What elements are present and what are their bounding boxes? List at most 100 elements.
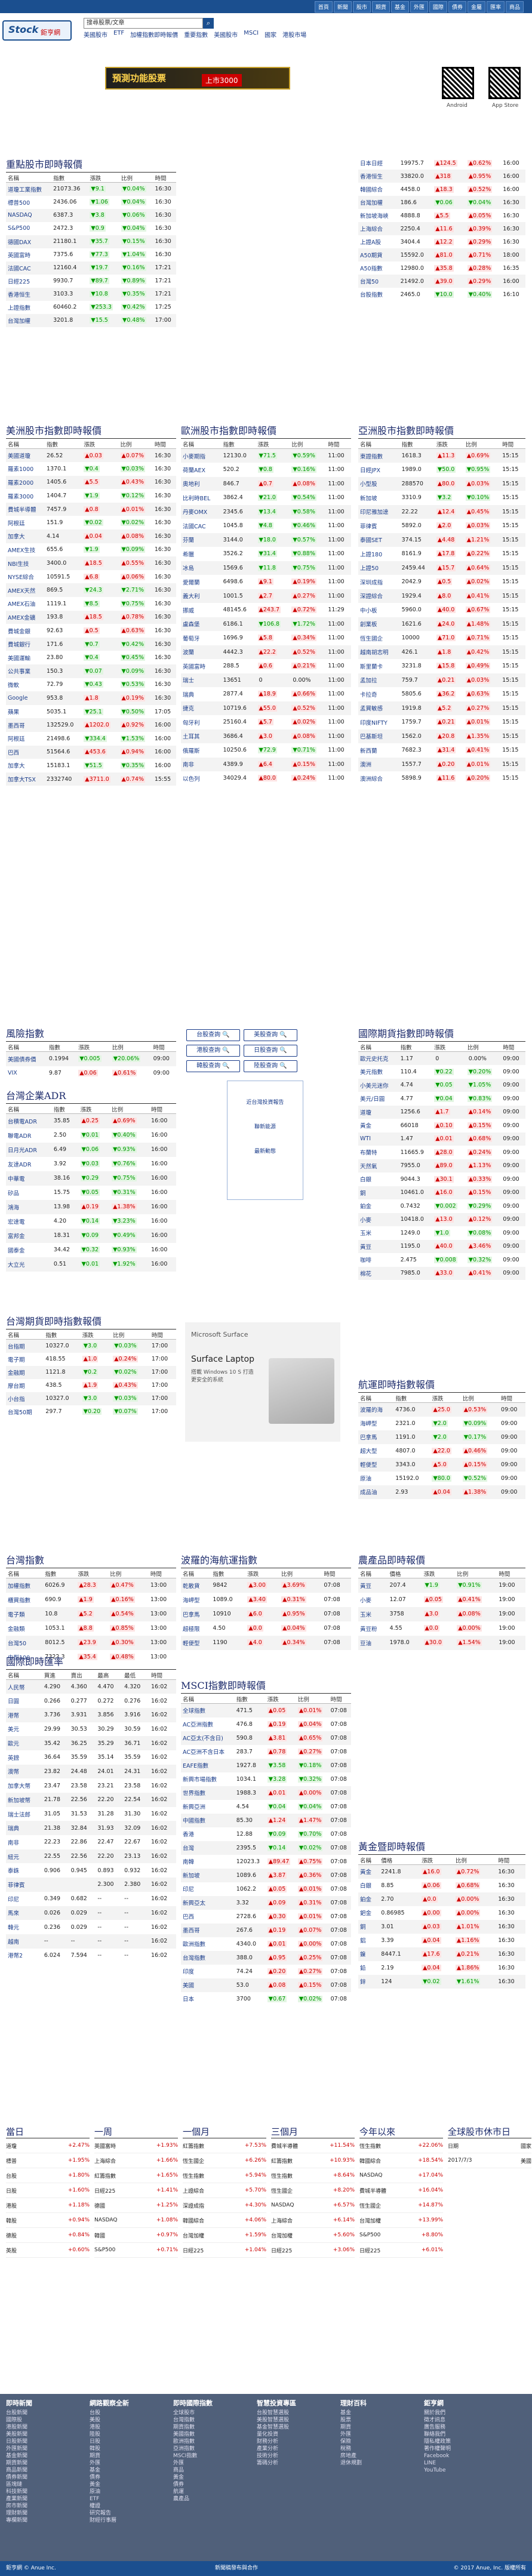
table-cell[interactable]: 咖啡 <box>358 1253 399 1267</box>
table-cell[interactable]: A50指數 <box>358 261 399 275</box>
quote-name[interactable]: 深圳成指 <box>360 580 383 586</box>
table-cell[interactable]: 鎳 <box>358 1947 380 1961</box>
footer-link[interactable]: 徵才訊息 <box>424 2417 451 2424</box>
footer-link[interactable]: 聯絡我們 <box>424 2431 451 2438</box>
quote-name[interactable]: 費城銀行 <box>8 642 30 648</box>
footer-link[interactable]: 航運 <box>173 2488 213 2495</box>
quote-name[interactable]: 捷克 <box>183 706 194 712</box>
table-row[interactable]: 微軟 72.79 ▼0.43 ▼0.53% 16:30 <box>6 678 176 692</box>
quote-name[interactable]: 瑞士法郎 <box>8 1812 30 1818</box>
table-cell[interactable]: 小型股 <box>358 476 400 491</box>
quote-name[interactable]: 奧地利 <box>183 481 200 488</box>
stock-query-button[interactable]: 日股查詢 🔍 <box>244 1045 297 1057</box>
perf-row[interactable]: 台灣加權 +1.59% <box>183 2228 266 2243</box>
table-row[interactable]: 鉛 2.19 ▲0.04 ▲1.86% 16:30 <box>358 1961 525 1975</box>
quote-name[interactable]: 歐元史托克 <box>360 1056 389 1063</box>
table-row[interactable]: 大立光 0.51 ▼0.01 ▼1.92% 16:00 <box>6 1257 176 1272</box>
quote-name[interactable]: 盧森堡 <box>183 621 200 628</box>
footer-link[interactable]: 股票 <box>340 2417 367 2424</box>
table-row[interactable]: 乾散貨 9842 ▲3.00 ▲3.69% 07:08 <box>181 1578 351 1593</box>
quote-name[interactable]: 日本日經 <box>360 161 383 167</box>
table-cell[interactable]: 印度NIFTY <box>358 715 400 730</box>
quote-name[interactable]: 巴西 <box>8 750 19 756</box>
table-row[interactable]: 櫃買指數 690.9 ▲1.9 ▲0.16% 13:00 <box>6 1593 176 1607</box>
table-row[interactable]: 小麥 12.07 ▲0.05 ▲0.41% 19:00 <box>358 1593 525 1607</box>
footer-link[interactable]: 台股智慧選股 <box>257 2409 296 2417</box>
table-cell[interactable]: 新興亞太 <box>181 1895 235 1910</box>
footer-link[interactable]: 產業分析 <box>257 2445 296 2452</box>
footer-link[interactable]: 債券新聞 <box>6 2474 32 2481</box>
table-row[interactable]: 奧地利 846.7 ▲0.7 ▲0.08% 11:00 <box>181 476 351 491</box>
quote-name[interactable]: 鉑金 <box>360 1897 371 1903</box>
table-row[interactable]: 新興亞太 3.32 ▲0.09 ▲0.31% 07:08 <box>181 1895 351 1910</box>
table-row[interactable]: 葡萄牙 1696.9 ▲5.8 ▲0.34% 11:00 <box>181 631 351 645</box>
table-cell[interactable]: AMEX石油 <box>6 597 45 611</box>
table-cell[interactable]: 黃豆 <box>358 1578 388 1593</box>
table-row[interactable]: 天然氣 7955.0 ▲89.0 ▲1.13% 09:00 <box>358 1159 525 1172</box>
quote-name[interactable]: 台灣 <box>183 1845 194 1852</box>
quote-name[interactable]: NBI生技 <box>8 561 29 568</box>
table-cell[interactable]: S&P500 <box>6 222 51 235</box>
table-row[interactable]: 台灣 2395.5 ▼0.14 ▼0.02% 07:08 <box>181 1841 351 1855</box>
footer-link[interactable]: 日股 <box>90 2438 129 2445</box>
quote-name[interactable]: 新加坡 <box>360 495 377 502</box>
quote-name[interactable]: 泰國SET <box>360 537 382 544</box>
quote-name[interactable]: 英國富時 <box>183 664 205 670</box>
quote-name[interactable]: 白銀 <box>360 1177 371 1183</box>
quote-name[interactable]: 標普500 <box>8 200 30 207</box>
table-cell[interactable]: 美元 <box>6 1722 42 1737</box>
table-row[interactable]: 紐元 22.55 22.56 22.20 23.13 16:02 <box>6 1849 176 1864</box>
footer-link[interactable]: 房地產 <box>340 2452 367 2460</box>
quote-name[interactable]: 豆油 <box>360 1641 371 1647</box>
quote-name[interactable]: 澳洲綜合 <box>360 776 383 783</box>
table-row[interactable]: 美國債券價 0.1994 ▼0.005 ▼20.06% 09:00 <box>6 1051 176 1066</box>
table-row[interactable]: 鋁 3.39 ▲0.04 ▲1.16% 16:30 <box>358 1934 525 1947</box>
quote-name[interactable]: 上海綜合 <box>360 226 383 233</box>
table-cell[interactable]: AC亞洲不含日本 <box>181 1745 235 1759</box>
perf-row[interactable]: 恆生指數 +5.94% <box>183 2168 266 2183</box>
table-cell[interactable]: 南韓 <box>181 1855 235 1869</box>
table-cell[interactable]: 日本 <box>181 1992 235 2006</box>
quote-name[interactable]: 瑞士 <box>183 678 194 684</box>
ad-link[interactable]: 聯新能源 <box>227 1122 303 1130</box>
footer-link[interactable]: 期貨新聞 <box>6 2460 32 2467</box>
table-cell[interactable]: 日月光ADR <box>6 1142 52 1157</box>
quote-name[interactable]: 巴拿馬 <box>183 1612 200 1618</box>
footer-link[interactable]: 商品 <box>173 2467 213 2474</box>
quote-name[interactable]: 輕便型 <box>183 1641 200 1647</box>
table-row[interactable]: 友達ADR 3.92 ▼0.03 ▼0.76% 16:00 <box>6 1157 176 1171</box>
perf-row[interactable]: 日股 +1.60% <box>6 2183 90 2198</box>
table-row[interactable]: 日經225 9930.7 ▼89.7 ▼0.89% 17:21 <box>6 275 176 288</box>
table-cell[interactable]: 黃金 <box>358 1119 399 1132</box>
footer-link[interactable]: 房市新聞 <box>6 2503 32 2510</box>
quote-name[interactable]: 世界指數 <box>183 1790 205 1797</box>
table-row[interactable]: 小台指 10327.0 ▼3.0 ▼0.03% 17:00 <box>6 1392 176 1405</box>
table-cell[interactable]: 國泰金 <box>6 1243 52 1257</box>
table-row[interactable]: AC亞太(不含日) 590.8 ▲3.81 ▲0.65% 07:08 <box>181 1731 351 1745</box>
footer-link[interactable]: 全球股市 <box>173 2409 213 2417</box>
table-cell[interactable]: 土耳其 <box>181 729 222 743</box>
press-link[interactable]: 新聞稿發布與合作 <box>215 2561 258 2576</box>
footer-link[interactable]: 國際股 <box>6 2417 32 2424</box>
perf-row[interactable]: 恆生指數 +22.06% <box>359 2138 443 2153</box>
perf-row[interactable]: NASDAQ +6.57% <box>271 2198 355 2213</box>
table-row[interactable]: NBI生技 3400.0 ▲18.5 ▲0.55% 16:30 <box>6 556 176 570</box>
table-cell[interactable]: 荷蘭AEX <box>181 463 222 477</box>
table-cell[interactable]: 宏達電 <box>6 1214 52 1229</box>
footer-link[interactable]: 債券 <box>173 2481 213 2488</box>
footer-link[interactable]: 商品新聞 <box>6 2467 32 2474</box>
footer-link[interactable]: 科技新聞 <box>6 2488 32 2495</box>
quote-name[interactable]: 卡拉奇 <box>360 692 377 698</box>
table-row[interactable]: 加拿大幣 23.47 23.58 23.21 23.58 16:02 <box>6 1778 176 1793</box>
footer-link[interactable]: 關於我們 <box>424 2409 451 2417</box>
footer-link[interactable]: 專欄新聞 <box>6 2517 32 2524</box>
table-row[interactable]: 新興亞洲 4.54 ▼0.04 ▼0.04% 07:08 <box>181 1800 351 1814</box>
table-cell[interactable]: 豆油 <box>358 1635 388 1650</box>
perf-row[interactable]: S&P500 +0.71% <box>94 2243 178 2258</box>
quote-name[interactable]: 友達ADR <box>8 1162 31 1168</box>
table-row[interactable]: 港幣2 6.024 7.594 -- -- 16:02 <box>6 1949 176 1963</box>
table-cell[interactable]: 上證50 <box>358 561 400 575</box>
table-cell[interactable]: 法國CAC <box>6 261 52 275</box>
table-row[interactable]: 印尼雅加達 22.22 ▲12.4 ▲0.45% 15:15 <box>358 504 525 519</box>
table-row[interactable]: 玉米 1249.0 ▼1.0 ▼0.08% 09:00 <box>358 1226 525 1240</box>
